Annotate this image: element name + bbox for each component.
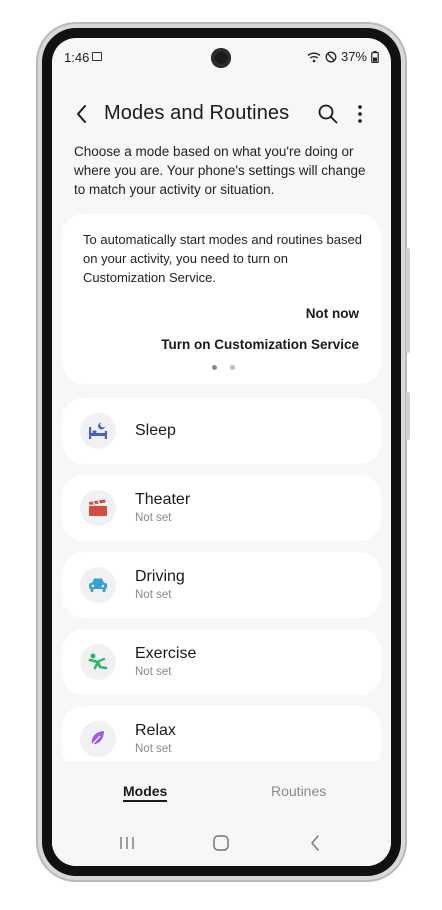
running-icon <box>80 644 116 680</box>
mode-item-sleep[interactable]: Sleep <box>62 398 381 464</box>
mode-name-exercise: Exercise <box>135 645 197 662</box>
car-icon <box>80 567 116 603</box>
front-camera <box>211 48 231 68</box>
page-dot-2 <box>230 365 235 370</box>
not-now-button[interactable]: Not now <box>306 306 359 321</box>
turn-on-customization-button[interactable]: Turn on Customization Service <box>161 337 359 352</box>
clapperboard-icon <box>80 490 116 526</box>
battery-icon <box>371 50 379 63</box>
status-time: 1:46 <box>64 50 90 65</box>
nav-back-icon[interactable] <box>308 833 322 853</box>
mode-name-theater: Theater <box>135 491 191 508</box>
gallery-icon <box>92 52 102 61</box>
tab-modes[interactable]: Modes <box>123 783 168 802</box>
mode-status-exercise: Not set <box>135 666 172 678</box>
mode-name-relax: Relax <box>135 722 176 739</box>
app-header: Modes and Routines <box>52 100 391 130</box>
search-icon[interactable] <box>316 102 340 126</box>
screen: 1:46 37% Modes and Routines Choose a mod… <box>52 38 391 866</box>
page-title: Modes and Routines <box>104 102 290 124</box>
status-right: 37% <box>307 49 379 64</box>
bottom-tab-bar: Modes Routines <box>52 761 391 831</box>
bed-icon <box>80 413 116 449</box>
mode-item-theater[interactable]: Theater Not set <box>62 475 381 541</box>
customization-service-card: To automatically start modes and routine… <box>62 214 381 384</box>
dnd-icon <box>325 51 337 62</box>
mode-name-sleep: Sleep <box>135 422 176 439</box>
page-description: Choose a mode based on what you're doing… <box>74 144 366 197</box>
battery-percent: 37% <box>340 49 367 64</box>
mode-item-exercise[interactable]: Exercise Not set <box>62 629 381 695</box>
mode-status-driving: Not set <box>135 589 172 601</box>
home-icon[interactable] <box>212 833 230 853</box>
page-indicator <box>212 365 235 370</box>
status-bar: 1:46 37% <box>52 38 391 78</box>
mode-status-relax: Not set <box>135 743 172 755</box>
navigation-bar <box>52 831 391 866</box>
mode-name-driving: Driving <box>135 568 185 585</box>
mode-item-driving[interactable]: Driving Not set <box>62 552 381 618</box>
tab-routines[interactable]: Routines <box>271 783 326 799</box>
recents-icon[interactable] <box>118 833 136 853</box>
wifi-icon <box>307 52 321 62</box>
volume-button <box>406 392 410 440</box>
page-dot-1 <box>212 365 217 370</box>
leaf-icon <box>80 721 116 757</box>
back-icon[interactable] <box>72 102 92 126</box>
power-button <box>406 248 410 353</box>
more-options-icon[interactable] <box>348 102 372 126</box>
card-message: To automatically start modes and routine… <box>83 232 362 285</box>
mode-status-theater: Not set <box>135 512 172 524</box>
